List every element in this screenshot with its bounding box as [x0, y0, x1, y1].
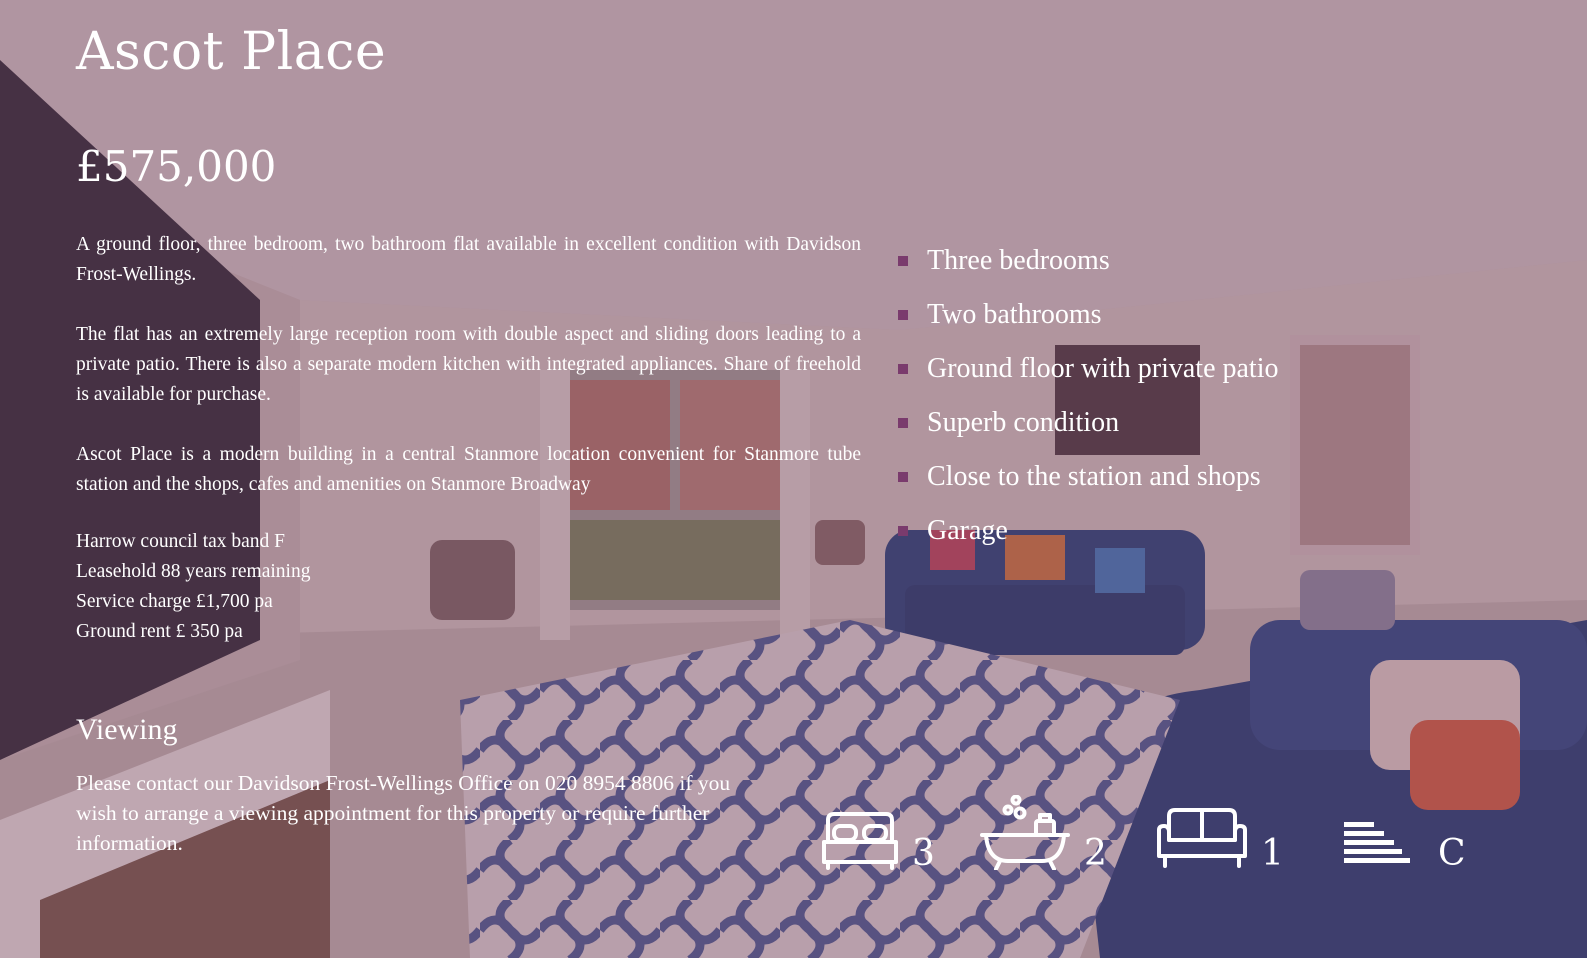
stat-bathrooms: 2 [978, 795, 1107, 874]
bullet-icon [898, 418, 908, 428]
detail-service-charge: Service charge £1,700 pa [76, 591, 273, 612]
sofa-icon [1155, 806, 1249, 870]
feature-label: Ground floor with private patio [927, 353, 1279, 384]
description-paragraph: The flat has an extremely large receptio… [76, 324, 861, 405]
bedroom-count: 3 [912, 833, 935, 874]
feature-item: Superb condition [898, 396, 1278, 450]
stat-receptions: 1 [1155, 795, 1284, 874]
bullet-icon [898, 364, 908, 374]
feature-label: Two bathrooms [927, 299, 1102, 330]
detail-ground-rent: Ground rent £ 350 pa [76, 621, 243, 642]
property-price: £575,000 [76, 142, 277, 191]
bath-icon [978, 795, 1072, 870]
property-title: Ascot Place [76, 22, 387, 82]
reception-count: 1 [1261, 833, 1284, 874]
detail-council-tax: Harrow council tax band F [76, 531, 286, 552]
description-paragraph: Ascot Place is a modern building in a ce… [76, 444, 861, 495]
property-description: A ground floor, three bedroom, two bathr… [76, 230, 861, 530]
feature-item: Two bathrooms [898, 288, 1278, 342]
viewing-heading: Viewing [76, 713, 178, 746]
stat-energy-rating: C [1342, 795, 1466, 874]
detail-leasehold: Leasehold 88 years remaining [76, 561, 311, 582]
stat-bedrooms: 3 [820, 795, 935, 874]
energy-rating-icon [1342, 810, 1412, 870]
bullet-icon [898, 526, 908, 536]
features-list: Three bedrooms Two bathrooms Ground floo… [898, 234, 1278, 558]
bullet-icon [898, 256, 908, 266]
property-panel: Ascot Place £575,000 A ground floor, thr… [0, 0, 1587, 958]
feature-label: Garage [927, 515, 1008, 546]
bullet-icon [898, 310, 908, 320]
bathroom-count: 2 [1084, 833, 1107, 874]
feature-label: Close to the station and shops [927, 461, 1261, 492]
feature-label: Three bedrooms [927, 245, 1110, 276]
property-details: Harrow council tax band F Leasehold 88 y… [76, 527, 310, 647]
energy-rating: C [1438, 833, 1466, 874]
feature-label: Superb condition [927, 407, 1120, 438]
feature-item: Garage [898, 504, 1278, 558]
feature-item: Close to the station and shops [898, 450, 1278, 504]
feature-item: Ground floor with private patio [898, 342, 1278, 396]
description-paragraph: A ground floor, three bedroom, two bathr… [76, 234, 861, 285]
bullet-icon [898, 472, 908, 482]
bed-icon [820, 806, 900, 870]
property-stats: 3 2 1 C [0, 795, 1587, 875]
feature-item: Three bedrooms [898, 234, 1278, 288]
